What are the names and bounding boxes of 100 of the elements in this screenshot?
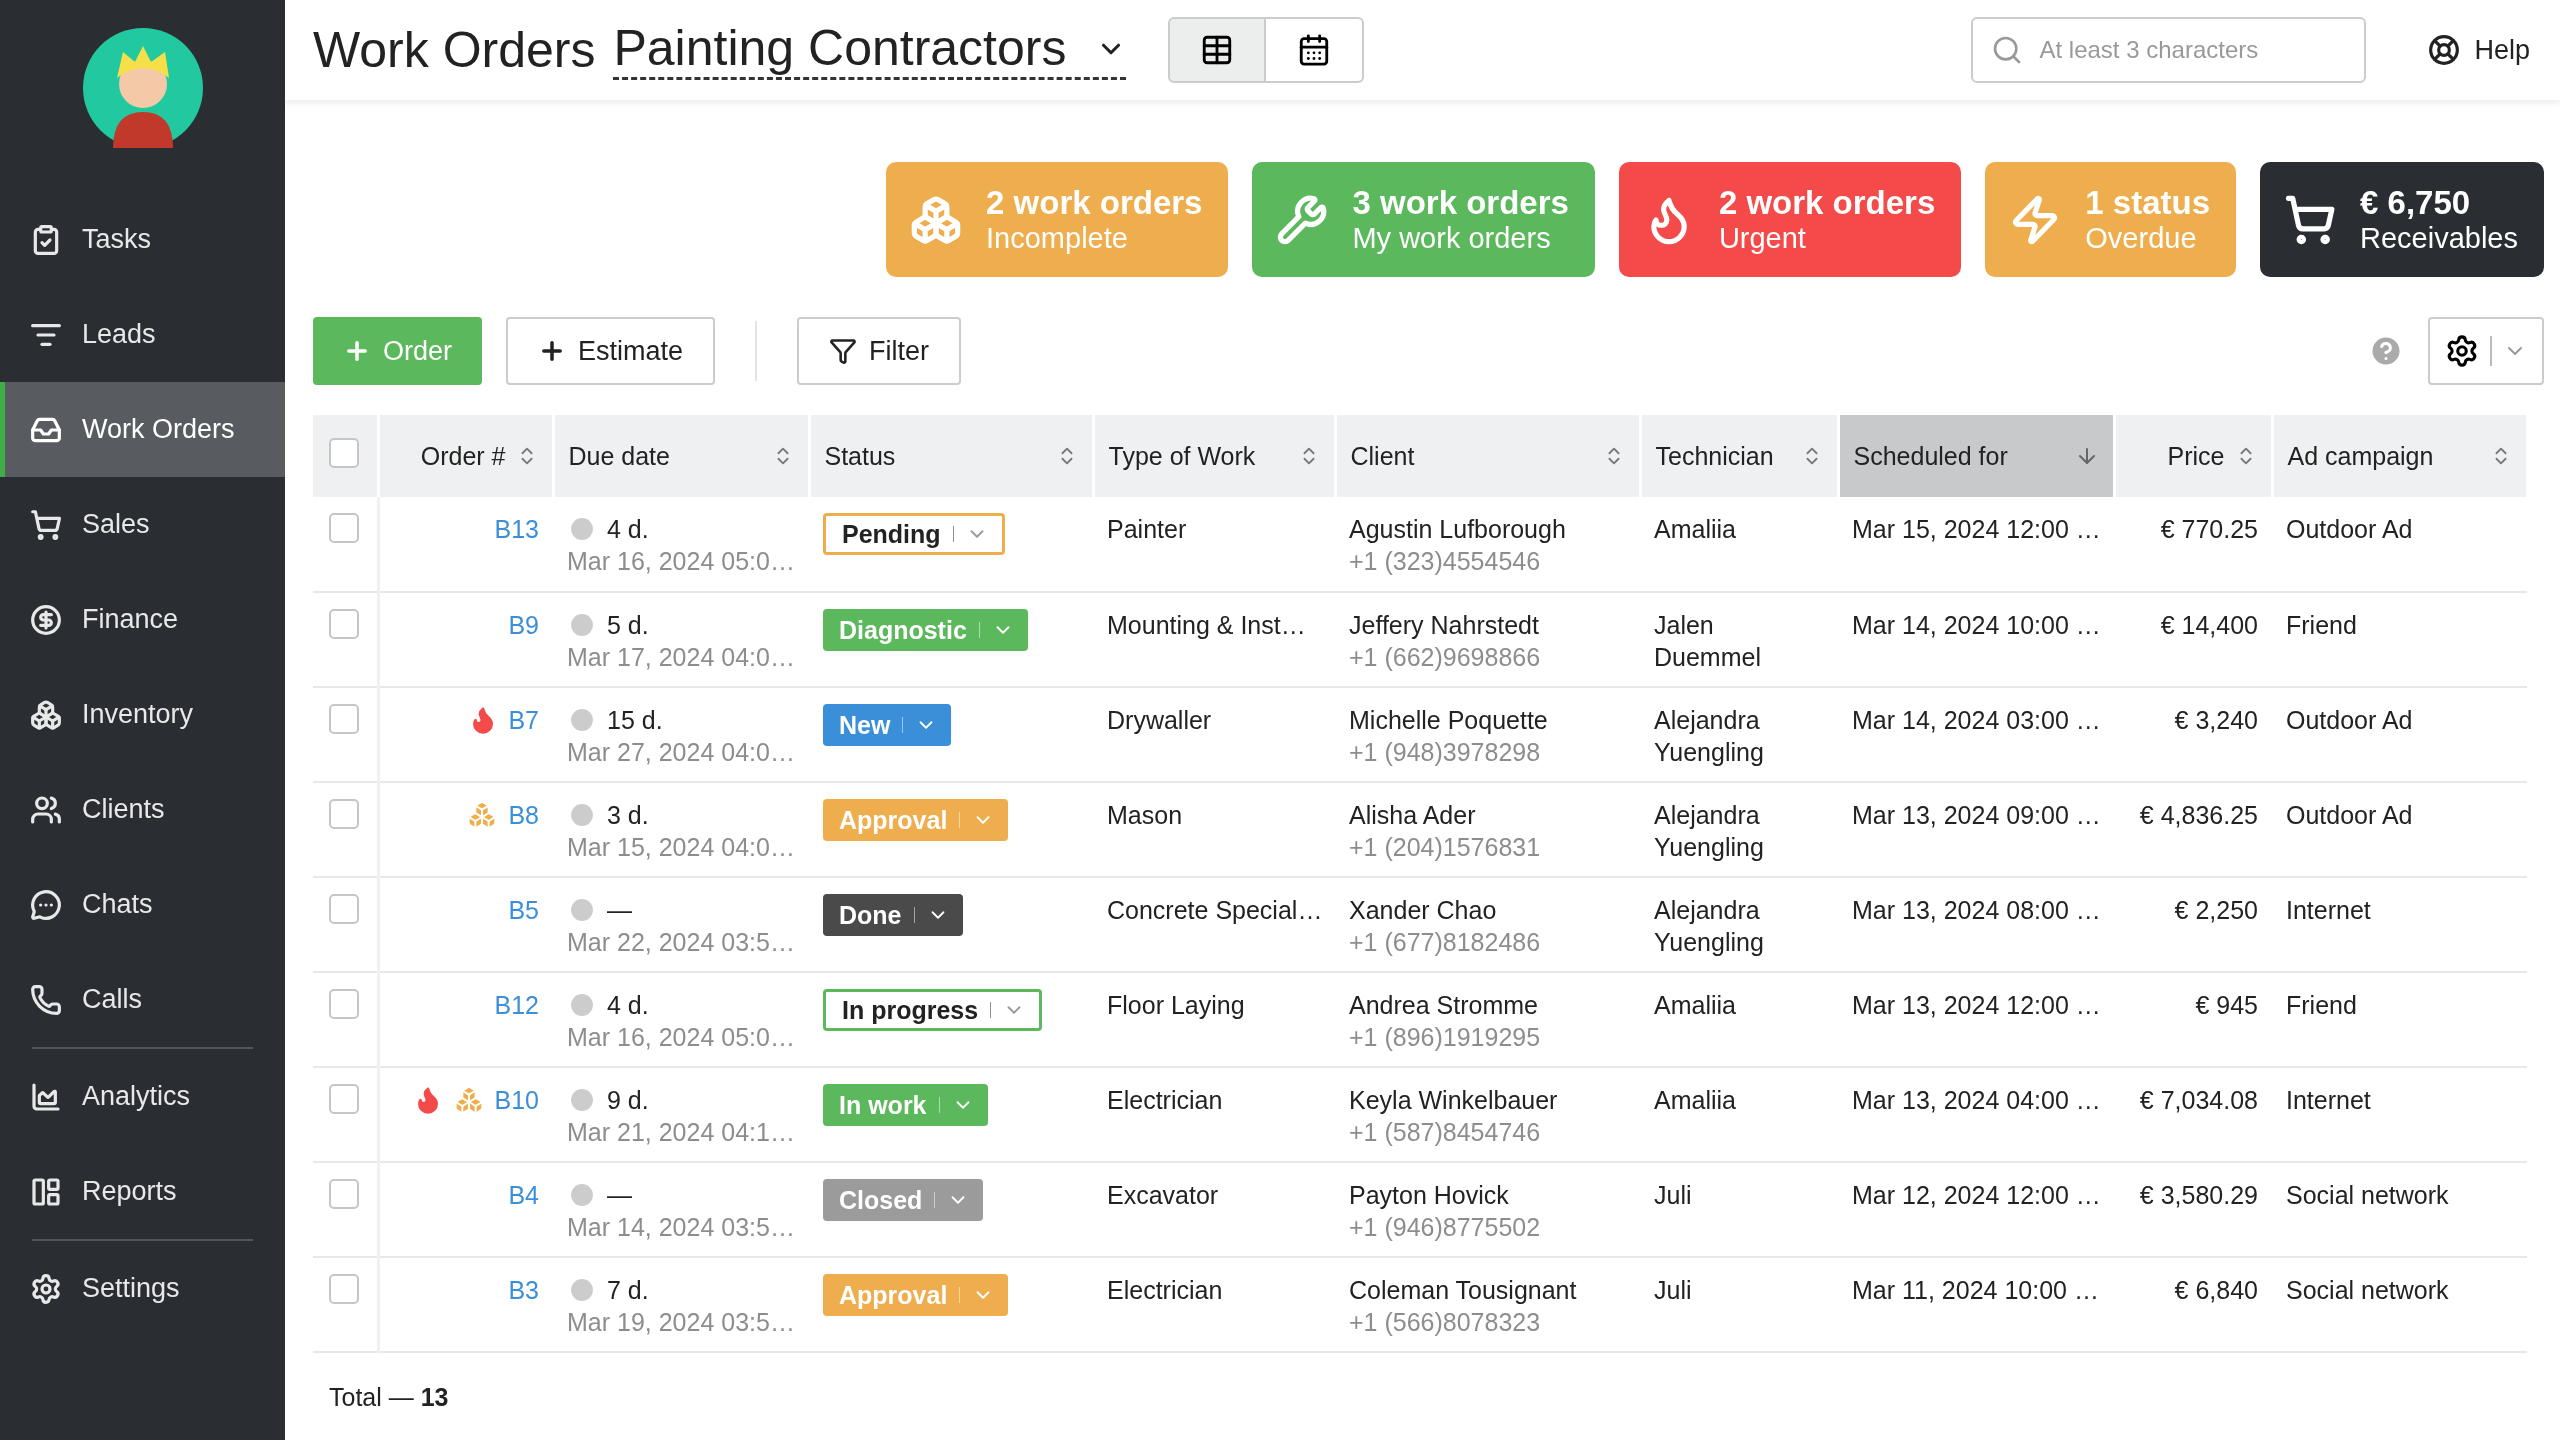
ad-campaign: Friend — [2286, 611, 2357, 639]
row-checkbox[interactable] — [329, 609, 359, 639]
type-of-work: Excavator — [1107, 1181, 1219, 1209]
ad-campaign: Outdoor Ad — [2286, 706, 2413, 734]
price: € 14,400 — [2159, 610, 2258, 641]
lifebuoy-icon — [2428, 34, 2461, 66]
due-date: Mar 22, 2024 03:5… — [567, 927, 795, 958]
client-phone: +1 (566)8078323 — [1349, 1307, 1542, 1338]
column-header[interactable]: Scheduled for — [1838, 415, 2114, 497]
ad-campaign: Outdoor Ad — [2286, 515, 2413, 543]
calendar-view-button[interactable] — [1266, 17, 1365, 83]
sidebar-item[interactable]: Calls — [0, 952, 285, 1047]
sidebar-item[interactable]: Chats — [0, 857, 285, 952]
price: € 7,034.08 — [2138, 1085, 2258, 1116]
column-header[interactable]: Client — [1335, 415, 1640, 497]
technician-name: Jalen Duemmel — [1654, 610, 1762, 673]
scheduled-date: Mar 13, 2024 08:00 … — [1852, 896, 2101, 924]
card-title: 2 work orders — [1718, 184, 1936, 222]
card-icon — [2284, 193, 2336, 246]
column-header[interactable]: Due date — [553, 415, 809, 497]
row-checkbox[interactable] — [329, 894, 359, 924]
technician-name: Amaliia — [1654, 990, 1737, 1021]
row-checkbox[interactable] — [329, 989, 359, 1019]
due-date: Mar 19, 2024 03:5… — [567, 1307, 795, 1338]
column-header[interactable]: Status — [809, 415, 1093, 497]
sidebar-item[interactable]: Finance — [0, 572, 285, 667]
nav-icon — [30, 793, 62, 826]
column-header[interactable]: Ad campaign — [2272, 415, 2527, 497]
table-view-button[interactable] — [1168, 17, 1267, 83]
due-date: Mar 15, 2024 04:0… — [567, 832, 795, 863]
client-name: Andrea Stromme — [1349, 991, 1538, 1019]
total-count: Total — 13 — [328, 1382, 450, 1412]
help-link[interactable]: Help — [2428, 34, 2530, 66]
search-field[interactable]: At least 3 characters — [1971, 17, 2367, 83]
sidebar-item[interactable]: Work Orders — [0, 382, 285, 477]
scheduled-date: Mar 15, 2024 12:00 … — [1852, 515, 2101, 543]
ad-campaign: Friend — [2286, 991, 2357, 1019]
type-of-work: Mounting & Inst… — [1107, 611, 1306, 639]
type-of-work: Drywaller — [1107, 706, 1212, 734]
pipeline-dropdown[interactable]: Painting Contractors — [613, 19, 1127, 81]
summary-card[interactable]: € 6,750 Receivables — [2260, 162, 2544, 277]
price: € 945 — [2194, 990, 2258, 1021]
technician-name: Alejandra Yuengling — [1654, 705, 1765, 768]
due-in: 7 d. — [607, 1275, 649, 1306]
nav-icon — [30, 508, 62, 541]
sidebar-item[interactable]: Settings — [0, 1241, 285, 1336]
row-checkbox[interactable] — [329, 1084, 359, 1114]
sidebar-item[interactable]: Inventory — [0, 667, 285, 762]
sidebar-item[interactable]: Clients — [0, 762, 285, 857]
due-date: Mar 21, 2024 04:1… — [567, 1117, 795, 1148]
filter-button[interactable]: Filter — [797, 317, 962, 385]
price: € 4,836.25 — [2138, 800, 2258, 831]
status-dropdown[interactable]: Done — [823, 894, 963, 936]
ad-campaign: Social network — [2286, 1276, 2449, 1304]
due-in: 5 d. — [607, 610, 649, 641]
client-name: Xander Chao — [1349, 896, 1497, 924]
column-header[interactable]: Order # — [378, 415, 553, 497]
price: € 770.25 — [2159, 514, 2258, 545]
row-checkbox[interactable] — [329, 799, 359, 829]
select-all-checkbox[interactable] — [329, 438, 359, 468]
nav-icon — [30, 698, 62, 731]
row-checkbox[interactable] — [329, 1179, 359, 1209]
scheduled-date: Mar 13, 2024 04:00 … — [1852, 1086, 2101, 1114]
technician-name: Amaliia — [1654, 514, 1737, 545]
price: € 3,240 — [2173, 705, 2258, 736]
status-dropdown[interactable]: In progress — [823, 989, 1043, 1031]
page-title: Work Orders — [313, 21, 596, 79]
sidebar-item[interactable]: Analytics — [0, 1049, 285, 1144]
due-in: — — [607, 895, 632, 926]
client-phone: +1 (323)4554546 — [1349, 546, 1542, 577]
client-name: Agustin Lufborough — [1349, 515, 1566, 543]
column-header[interactable]: Technician — [1640, 415, 1838, 497]
table-settings-button[interactable] — [2428, 317, 2544, 385]
row-checkbox[interactable] — [329, 513, 359, 543]
scheduled-date: Mar 13, 2024 09:00 … — [1852, 801, 2101, 829]
status-dropdown[interactable]: Pending — [823, 513, 1005, 555]
column-header[interactable]: Type of Work — [1093, 415, 1335, 497]
column-header[interactable]: Price — [2114, 415, 2272, 497]
client-phone: +1 (587)8454746 — [1349, 1117, 1542, 1148]
client-phone: +1 (677)8182486 — [1349, 927, 1542, 958]
card-subtitle: My work orders — [1352, 222, 1552, 255]
technician-name: Juli — [1654, 1180, 1693, 1211]
due-in: 4 d. — [607, 990, 649, 1021]
due-date: Mar 14, 2024 03:5… — [567, 1212, 795, 1243]
nav-icon — [30, 1175, 62, 1208]
sidebar-item[interactable]: Leads — [0, 287, 285, 382]
card-icon — [910, 193, 963, 246]
summary-card[interactable]: 2 work orders Urgent — [1618, 162, 1962, 277]
sidebar-item[interactable]: Reports — [0, 1144, 285, 1239]
nav-icon — [30, 603, 62, 636]
card-subtitle: Overdue — [2085, 222, 2198, 255]
sidebar-item[interactable]: Tasks — [0, 192, 285, 287]
row-checkbox[interactable] — [329, 704, 359, 734]
add-estimate-button[interactable]: Estimate — [506, 317, 716, 385]
row-checkbox[interactable] — [329, 1274, 359, 1304]
ad-campaign: Internet — [2286, 896, 2371, 924]
due-date: Mar 16, 2024 05:0… — [567, 1022, 795, 1053]
card-subtitle: Receivables — [2360, 222, 2518, 255]
sidebar-item[interactable]: Sales — [0, 477, 285, 572]
type-of-work: Painter — [1107, 515, 1187, 543]
